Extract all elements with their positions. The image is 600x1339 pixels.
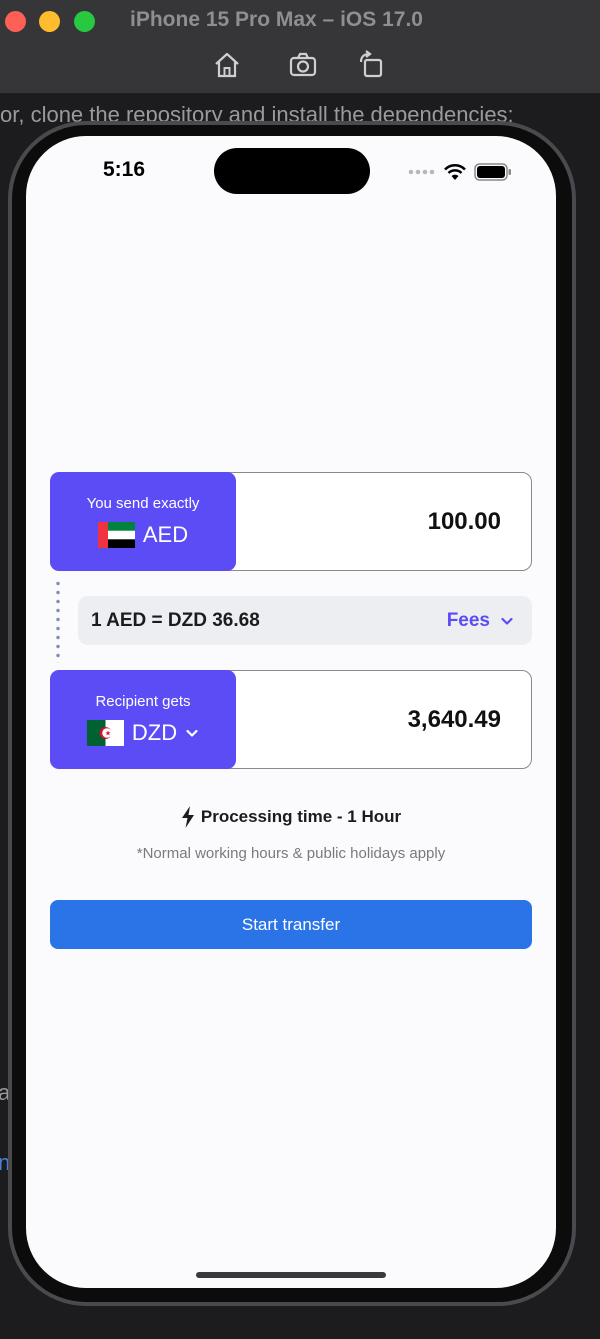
battery-icon	[474, 163, 511, 181]
algeria-flag-icon	[86, 720, 124, 746]
send-label: You send exactly	[86, 495, 200, 512]
processing-time-text: Processing time - 1 Hour	[200, 807, 402, 826]
signal-dots-icon	[408, 169, 435, 175]
receive-amount: 3,640.49	[407, 705, 501, 733]
processing-time: Processing time - 1 Hour	[26, 806, 556, 828]
status-icons	[408, 162, 512, 182]
receive-currency-code: DZD	[131, 720, 178, 745]
minimize-window-button[interactable]	[39, 11, 60, 32]
fees-toggle-button[interactable]: Fees	[447, 610, 514, 632]
start-transfer-button[interactable]: Start transfer	[50, 900, 532, 949]
wifi-icon	[444, 163, 466, 180]
receive-amount-field[interactable]: 3,640.49	[200, 670, 532, 769]
send-currency-box: You send exactly AED	[50, 472, 236, 571]
close-window-button[interactable]	[5, 11, 26, 32]
chevron-down-icon	[186, 729, 198, 737]
window-title: iPhone 15 Pro Max – iOS 17.0	[130, 8, 423, 31]
exchange-rate-text: 1 AED = DZD 36.68	[91, 609, 260, 631]
send-amount-field[interactable]: 100.00	[200, 472, 532, 571]
phone-screen: 5:16 100.00 You send exactly AED 1 AED =…	[26, 136, 556, 1288]
fees-label: Fees	[446, 609, 490, 631]
processing-note: *Normal working hours & public holidays …	[136, 845, 446, 862]
chevron-down-icon	[501, 617, 513, 625]
receive-row: 3,640.49 Recipient gets DZD	[50, 670, 532, 769]
dynamic-island	[214, 148, 370, 194]
simulator-titlebar: iPhone 15 Pro Max – iOS 17.0	[0, 0, 600, 94]
dotted-connector	[56, 579, 60, 663]
exchange-rate-bar: 1 AED = DZD 36.68 Fees	[78, 596, 532, 645]
screenshot-icon[interactable]	[288, 50, 318, 80]
lightning-bolt-icon	[181, 806, 194, 828]
send-amount[interactable]: 100.00	[428, 508, 501, 536]
receive-currency-selector[interactable]: Recipient gets DZD	[50, 670, 236, 769]
receive-label: Recipient gets	[95, 693, 191, 710]
home-indicator[interactable]	[196, 1272, 386, 1278]
rotate-icon[interactable]	[357, 50, 387, 80]
send-currency-code: AED	[142, 522, 189, 547]
zoom-window-button[interactable]	[74, 11, 95, 32]
send-row: 100.00 You send exactly AED	[50, 472, 532, 571]
status-time: 5:16	[103, 158, 146, 181]
uae-flag-icon	[97, 522, 135, 548]
home-icon[interactable]	[212, 50, 242, 80]
